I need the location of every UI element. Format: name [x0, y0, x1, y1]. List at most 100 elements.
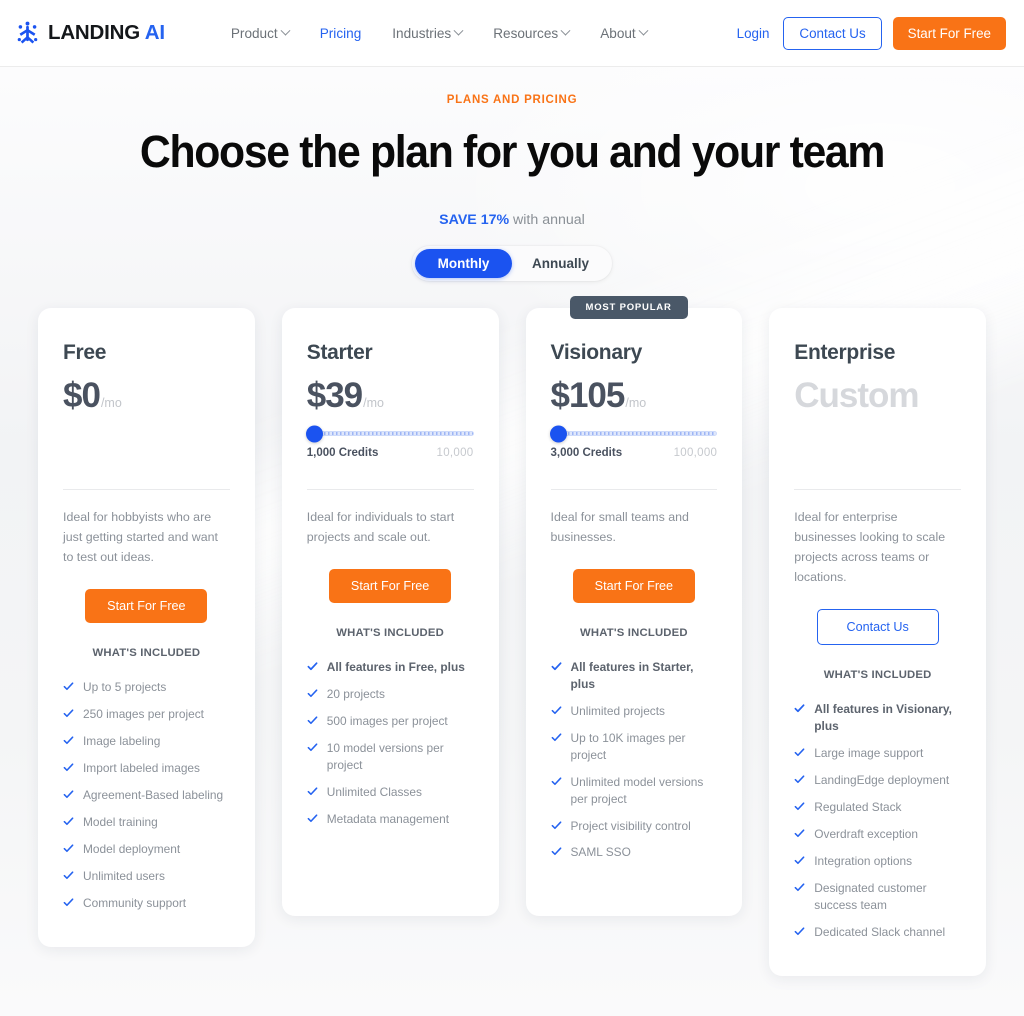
included-heading: WHAT'S INCLUDED	[336, 627, 445, 640]
check-icon	[307, 662, 318, 671]
check-icon	[551, 733, 561, 741]
feature-item: Unlimited Classes	[307, 784, 474, 801]
feature-item: Unlimited projects	[551, 703, 718, 720]
check-icon	[794, 775, 805, 784]
pricing-hero: PLANS AND PRICING Choose the plan for yo…	[0, 67, 1024, 1016]
feature-item: Community support	[63, 895, 230, 912]
savings-amount: SAVE 17%	[439, 212, 510, 228]
plan-cta-zone: Start For Free	[63, 589, 230, 624]
included-heading: WHAT'S INCLUDED	[579, 627, 688, 640]
plan-cta-zone: Contact Us	[794, 609, 961, 646]
feature-label: Model training	[83, 814, 158, 829]
feature-label: All features in Starter, plus	[570, 660, 694, 692]
check-icon	[794, 704, 805, 713]
nav-item-industries[interactable]: Industries	[392, 25, 464, 41]
feature-item: Large image support	[794, 745, 961, 762]
page-title: Choose the plan for you and your team	[139, 126, 885, 177]
feature-item: 20 projects	[307, 686, 474, 703]
slider-track[interactable]	[305, 425, 474, 442]
card-divider	[63, 489, 230, 490]
annual-savings-note: SAVE 17% with annual	[0, 212, 1024, 228]
credits-slider[interactable]: 3,000 Credits 100,000	[549, 425, 718, 471]
start-for-free-button[interactable]: Start For Free	[892, 16, 1006, 50]
feature-label: Overdraft exception	[814, 826, 919, 841]
nav-item-product[interactable]: Product	[231, 25, 291, 41]
feature-item: Model training	[63, 814, 230, 831]
feature-item: All features in Starter, plus	[551, 659, 718, 693]
check-icon	[307, 743, 318, 751]
feature-label: Large image support	[814, 746, 924, 761]
card-divider	[550, 489, 718, 490]
slider-handle[interactable]	[549, 425, 567, 442]
nav-item-industries-label: Industries	[392, 25, 452, 41]
brand-name-main: LANDING	[48, 21, 140, 44]
slider-labels: 1,000 Credits 10,000	[307, 447, 474, 459]
top-navbar: LANDING AI Product Pricing Industries Re…	[0, 0, 1024, 67]
credits-slider[interactable]: 1,000 Credits 10,000	[305, 425, 474, 471]
toggle-option-monthly[interactable]: Monthly	[415, 249, 512, 278]
feature-label: 500 images per project	[326, 714, 448, 728]
plan-name: Enterprise	[794, 341, 896, 364]
plan-price-period: /mo	[625, 396, 647, 410]
pricing-card-visionary: MOST POPULAR Visionary $105 /mo 3,000 Cr…	[525, 296, 743, 916]
feature-item: Model deployment	[63, 841, 230, 858]
slider-placeholder	[63, 413, 230, 471]
card-divider	[306, 489, 474, 490]
plan-cta-zone: Start For Free	[307, 569, 474, 604]
check-icon	[794, 802, 805, 811]
plan-price: $0	[63, 376, 101, 415]
feature-label: Metadata management	[326, 811, 450, 826]
chevron-down-icon	[638, 25, 649, 36]
chevron-down-icon	[280, 25, 291, 36]
feature-label: All features in Visionary, plus	[814, 702, 952, 734]
brand-logo[interactable]: LANDING AI	[14, 20, 165, 47]
plan-cta-zone: Start For Free	[551, 569, 718, 604]
feature-item: Agreement-Based labeling	[63, 787, 230, 804]
check-icon	[551, 706, 561, 715]
plan-cta-button[interactable]: Start For Free	[85, 589, 208, 624]
feature-label: All features in Free, plus	[326, 660, 465, 675]
feature-label: Unlimited Classes	[326, 784, 422, 799]
nav-item-resources[interactable]: Resources	[493, 25, 571, 41]
toggle-option-annually[interactable]: Annually	[512, 249, 609, 278]
plan-cta-button[interactable]: Start For Free	[329, 569, 452, 604]
nav-item-about[interactable]: About	[600, 25, 649, 41]
check-icon	[551, 662, 561, 671]
feature-item: SAML SSO	[551, 844, 718, 861]
check-icon	[307, 689, 318, 698]
check-icon	[63, 736, 74, 745]
feature-label: Community support	[83, 895, 187, 910]
feature-list: Up to 5 projects 250 images per project …	[63, 679, 230, 911]
feature-label: Model deployment	[83, 841, 181, 856]
billing-period-toggle[interactable]: Monthly Annually	[412, 246, 612, 281]
plan-cta-button[interactable]: Start For Free	[572, 569, 695, 604]
nav-item-resources-label: Resources	[493, 25, 559, 41]
feature-label: Agreement-Based labeling	[83, 787, 224, 802]
feature-list: All features in Free, plus 20 projects 5…	[307, 659, 474, 827]
check-icon	[307, 716, 318, 725]
most-popular-badge: MOST POPULAR	[569, 296, 688, 319]
check-icon	[63, 817, 74, 825]
feature-label: 20 projects	[326, 687, 385, 702]
plan-description: Ideal for enterprise businesses looking …	[794, 510, 946, 585]
check-icon	[794, 883, 805, 891]
slider-handle[interactable]	[305, 425, 323, 442]
slider-track[interactable]	[549, 425, 718, 442]
feature-label: Image labeling	[83, 734, 161, 749]
login-link[interactable]: Login	[737, 26, 770, 41]
contact-us-button[interactable]: Contact Us	[783, 16, 882, 50]
plan-cta-button[interactable]: Contact Us	[816, 609, 939, 646]
feature-item: Project visibility control	[551, 818, 718, 835]
feature-label: Unlimited projects	[570, 704, 666, 718]
included-heading: WHAT'S INCLUDED	[823, 669, 932, 682]
plan-description: Ideal for hobbyists who are just getting…	[63, 510, 218, 565]
feature-label: Up to 10K images per project	[570, 730, 686, 762]
feature-item: Dedicated Slack channel	[794, 924, 961, 941]
check-icon	[551, 820, 561, 829]
nav-item-pricing[interactable]: Pricing	[320, 26, 362, 41]
feature-label: LandingEdge deployment	[814, 773, 950, 788]
feature-item: Unlimited users	[63, 868, 230, 885]
plan-price: $39	[306, 376, 363, 415]
feature-label: Up to 5 projects	[83, 680, 167, 695]
plan-name: Free	[63, 341, 107, 364]
